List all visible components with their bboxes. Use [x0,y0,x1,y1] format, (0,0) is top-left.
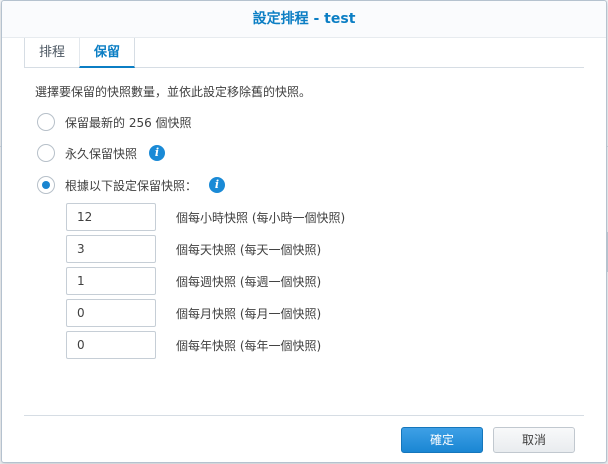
daily-snapshots-label: 個每天快照 (每天一個快照) [176,242,322,257]
option-keep-forever[interactable]: 永久保留快照 i [37,143,166,163]
option-keep-latest-label: 保留最新的 256 個快照 [65,115,192,130]
option-keep-latest[interactable]: 保留最新的 256 個快照 [37,112,192,132]
yearly-snapshots-input[interactable] [66,331,156,359]
hourly-snapshots-input[interactable] [66,203,156,231]
retention-row-monthly: 個每月快照 (每月一個快照) [66,299,321,327]
dialog-title: 設定排程 - test [2,1,606,38]
tab-bar: 排程 保留 [24,38,584,68]
radio-keep-forever[interactable] [37,144,55,162]
tab-retention[interactable]: 保留 [79,38,136,68]
radio-keep-latest[interactable] [37,113,55,131]
info-icon[interactable]: i [149,145,166,161]
monthly-snapshots-input[interactable] [66,299,156,327]
retention-row-weekly: 個每週快照 (每週一個快照) [66,267,321,295]
option-custom-retention[interactable]: 根據以下設定保留快照： i [37,175,226,195]
yearly-snapshots-label: 個每年快照 (每年一個快照) [176,338,322,353]
hourly-snapshots-label: 個每小時快照 (每小時一個快照) [176,210,346,225]
ok-button[interactable]: 確定 [401,427,483,453]
radio-custom-retention[interactable] [37,176,55,194]
retention-row-hourly: 個每小時快照 (每小時一個快照) [66,203,345,231]
weekly-snapshots-label: 個每週快照 (每週一個快照) [176,274,322,289]
schedule-dialog: 設定排程 - test 排程 保留 選擇要保留的快照數量，並依此設定移除舊的快照… [1,0,607,463]
retention-description: 選擇要保留的快照數量，並依此設定移除舊的快照。 [35,85,312,99]
retention-row-yearly: 個每年快照 (每年一個快照) [66,331,321,359]
footer-divider [24,415,584,416]
retention-row-daily: 個每天快照 (每天一個快照) [66,235,321,263]
info-icon[interactable]: i [209,177,226,193]
daily-snapshots-input[interactable] [66,235,156,263]
option-custom-retention-label: 根據以下設定保留快照： [65,178,198,193]
monthly-snapshots-label: 個每月快照 (每月一個快照) [176,306,322,321]
tab-schedule[interactable]: 排程 [24,38,79,68]
weekly-snapshots-input[interactable] [66,267,156,295]
option-keep-forever-label: 永久保留快照 [65,146,138,161]
cancel-button[interactable]: 取消 [493,427,575,453]
